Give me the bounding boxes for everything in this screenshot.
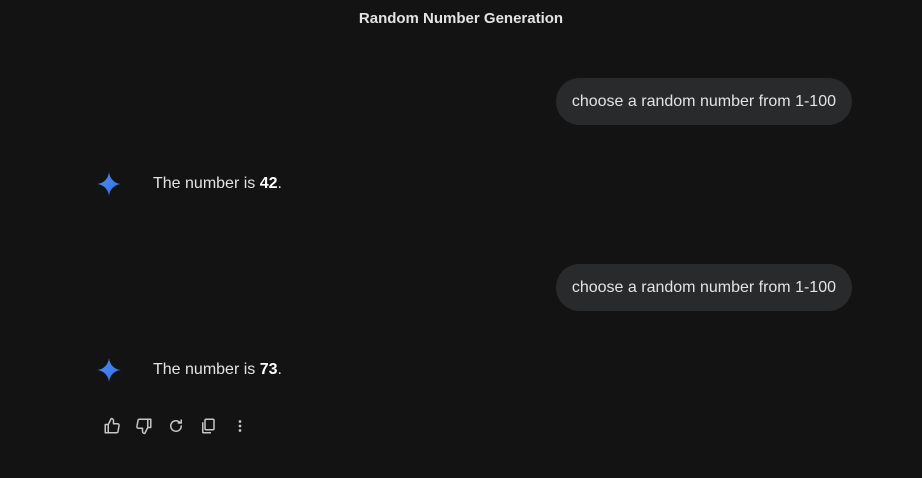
conversation-title: Random Number Generation: [358, 10, 564, 27]
copy-icon: [202, 418, 215, 434]
thumbs-up-icon: [104, 417, 120, 434]
response-actions-bar: [100, 414, 260, 438]
gemini-spark-icon: [97, 358, 121, 382]
more-options-button[interactable]: [228, 414, 252, 438]
response-prefix: The number is: [153, 361, 260, 378]
chat-page: Random Number Generation choose a random…: [0, 0, 922, 478]
user-message: choose a random number from 1-100: [555, 264, 852, 311]
thumbs-up-button[interactable]: [100, 414, 124, 438]
user-message: choose a random number from 1-100: [555, 78, 852, 125]
response-number: 73: [259, 361, 278, 378]
gemini-spark-icon: [97, 172, 121, 196]
response-suffix: .: [277, 175, 282, 192]
model-response-text: The number is 73.: [153, 356, 282, 384]
response-number: 42: [259, 175, 278, 192]
regenerate-button[interactable]: [164, 414, 188, 438]
model-response-text: The number is 42.: [153, 170, 282, 198]
more-vert-icon: [238, 420, 242, 432]
model-response: The number is 73.: [96, 356, 282, 384]
model-response: The number is 42.: [96, 170, 282, 198]
response-suffix: .: [277, 361, 282, 378]
thumbs-down-icon: [136, 418, 152, 435]
thumbs-down-button[interactable]: [132, 414, 156, 438]
regenerate-icon: [170, 419, 182, 432]
response-prefix: The number is: [153, 175, 260, 192]
copy-button[interactable]: [196, 414, 220, 438]
